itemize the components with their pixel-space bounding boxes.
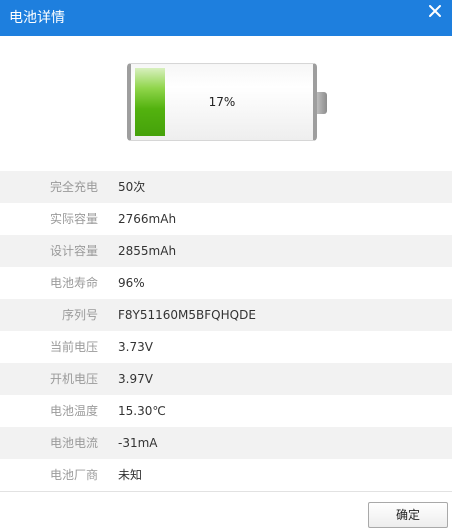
detail-value: 未知 [118, 468, 143, 482]
ok-button[interactable]: 确定 [368, 502, 448, 528]
detail-row-battery-temperature: 电池温度 15.30℃ [0, 395, 452, 427]
detail-value: 15.30℃ [118, 404, 166, 418]
battery-graphic: 17% [127, 63, 317, 141]
detail-row-current-voltage: 当前电压 3.73V [0, 331, 452, 363]
dialog-footer: 确定 [0, 491, 452, 528]
detail-label: 电池电流 [49, 436, 98, 450]
detail-row-full-charge: 完全充电 50次 [0, 171, 452, 203]
detail-value: 2766mAh [118, 212, 177, 226]
window-title: 电池详情 [9, 10, 65, 26]
detail-row-battery-current: 电池电流 -31mA [0, 427, 452, 459]
detail-label: 开机电压 [49, 372, 98, 386]
detail-label: 电池寿命 [49, 276, 98, 290]
detail-value: 3.97V [118, 372, 153, 386]
detail-value: 50次 [118, 180, 146, 194]
title-bar: 电池详情 [0, 0, 452, 36]
detail-row-battery-life: 电池寿命 96% [0, 267, 452, 299]
close-icon [429, 5, 441, 17]
detail-row-boot-voltage: 开机电压 3.97V [0, 363, 452, 395]
detail-row-actual-capacity: 实际容量 2766mAh [0, 203, 452, 235]
detail-label: 设计容量 [49, 244, 98, 258]
battery-terminal [317, 92, 327, 114]
detail-row-design-capacity: 设计容量 2855mAh [0, 235, 452, 267]
detail-label: 完全充电 [49, 180, 98, 194]
detail-value: 96% [118, 276, 145, 290]
detail-value: 2855mAh [118, 244, 177, 258]
detail-value: -31mA [118, 436, 158, 450]
detail-value: F8Y51160M5BFQHQDE [118, 308, 256, 322]
detail-label: 实际容量 [49, 212, 98, 226]
detail-label: 序列号 [61, 308, 98, 322]
detail-label: 电池厂商 [49, 468, 98, 482]
detail-value: 3.73V [118, 340, 153, 354]
detail-label: 电池温度 [49, 404, 98, 418]
battery-details-table: 完全充电 50次 实际容量 2766mAh 设计容量 2855mAh 电池寿命 … [0, 171, 452, 491]
close-button[interactable] [418, 0, 452, 32]
detail-label: 当前电压 [49, 340, 98, 354]
battery-percent-label: 17% [208, 95, 236, 109]
detail-row-manufacturer: 电池厂商 未知 [0, 459, 452, 491]
battery-panel: 17% [0, 36, 452, 170]
detail-row-serial-number: 序列号 F8Y51160M5BFQHQDE [0, 299, 452, 331]
